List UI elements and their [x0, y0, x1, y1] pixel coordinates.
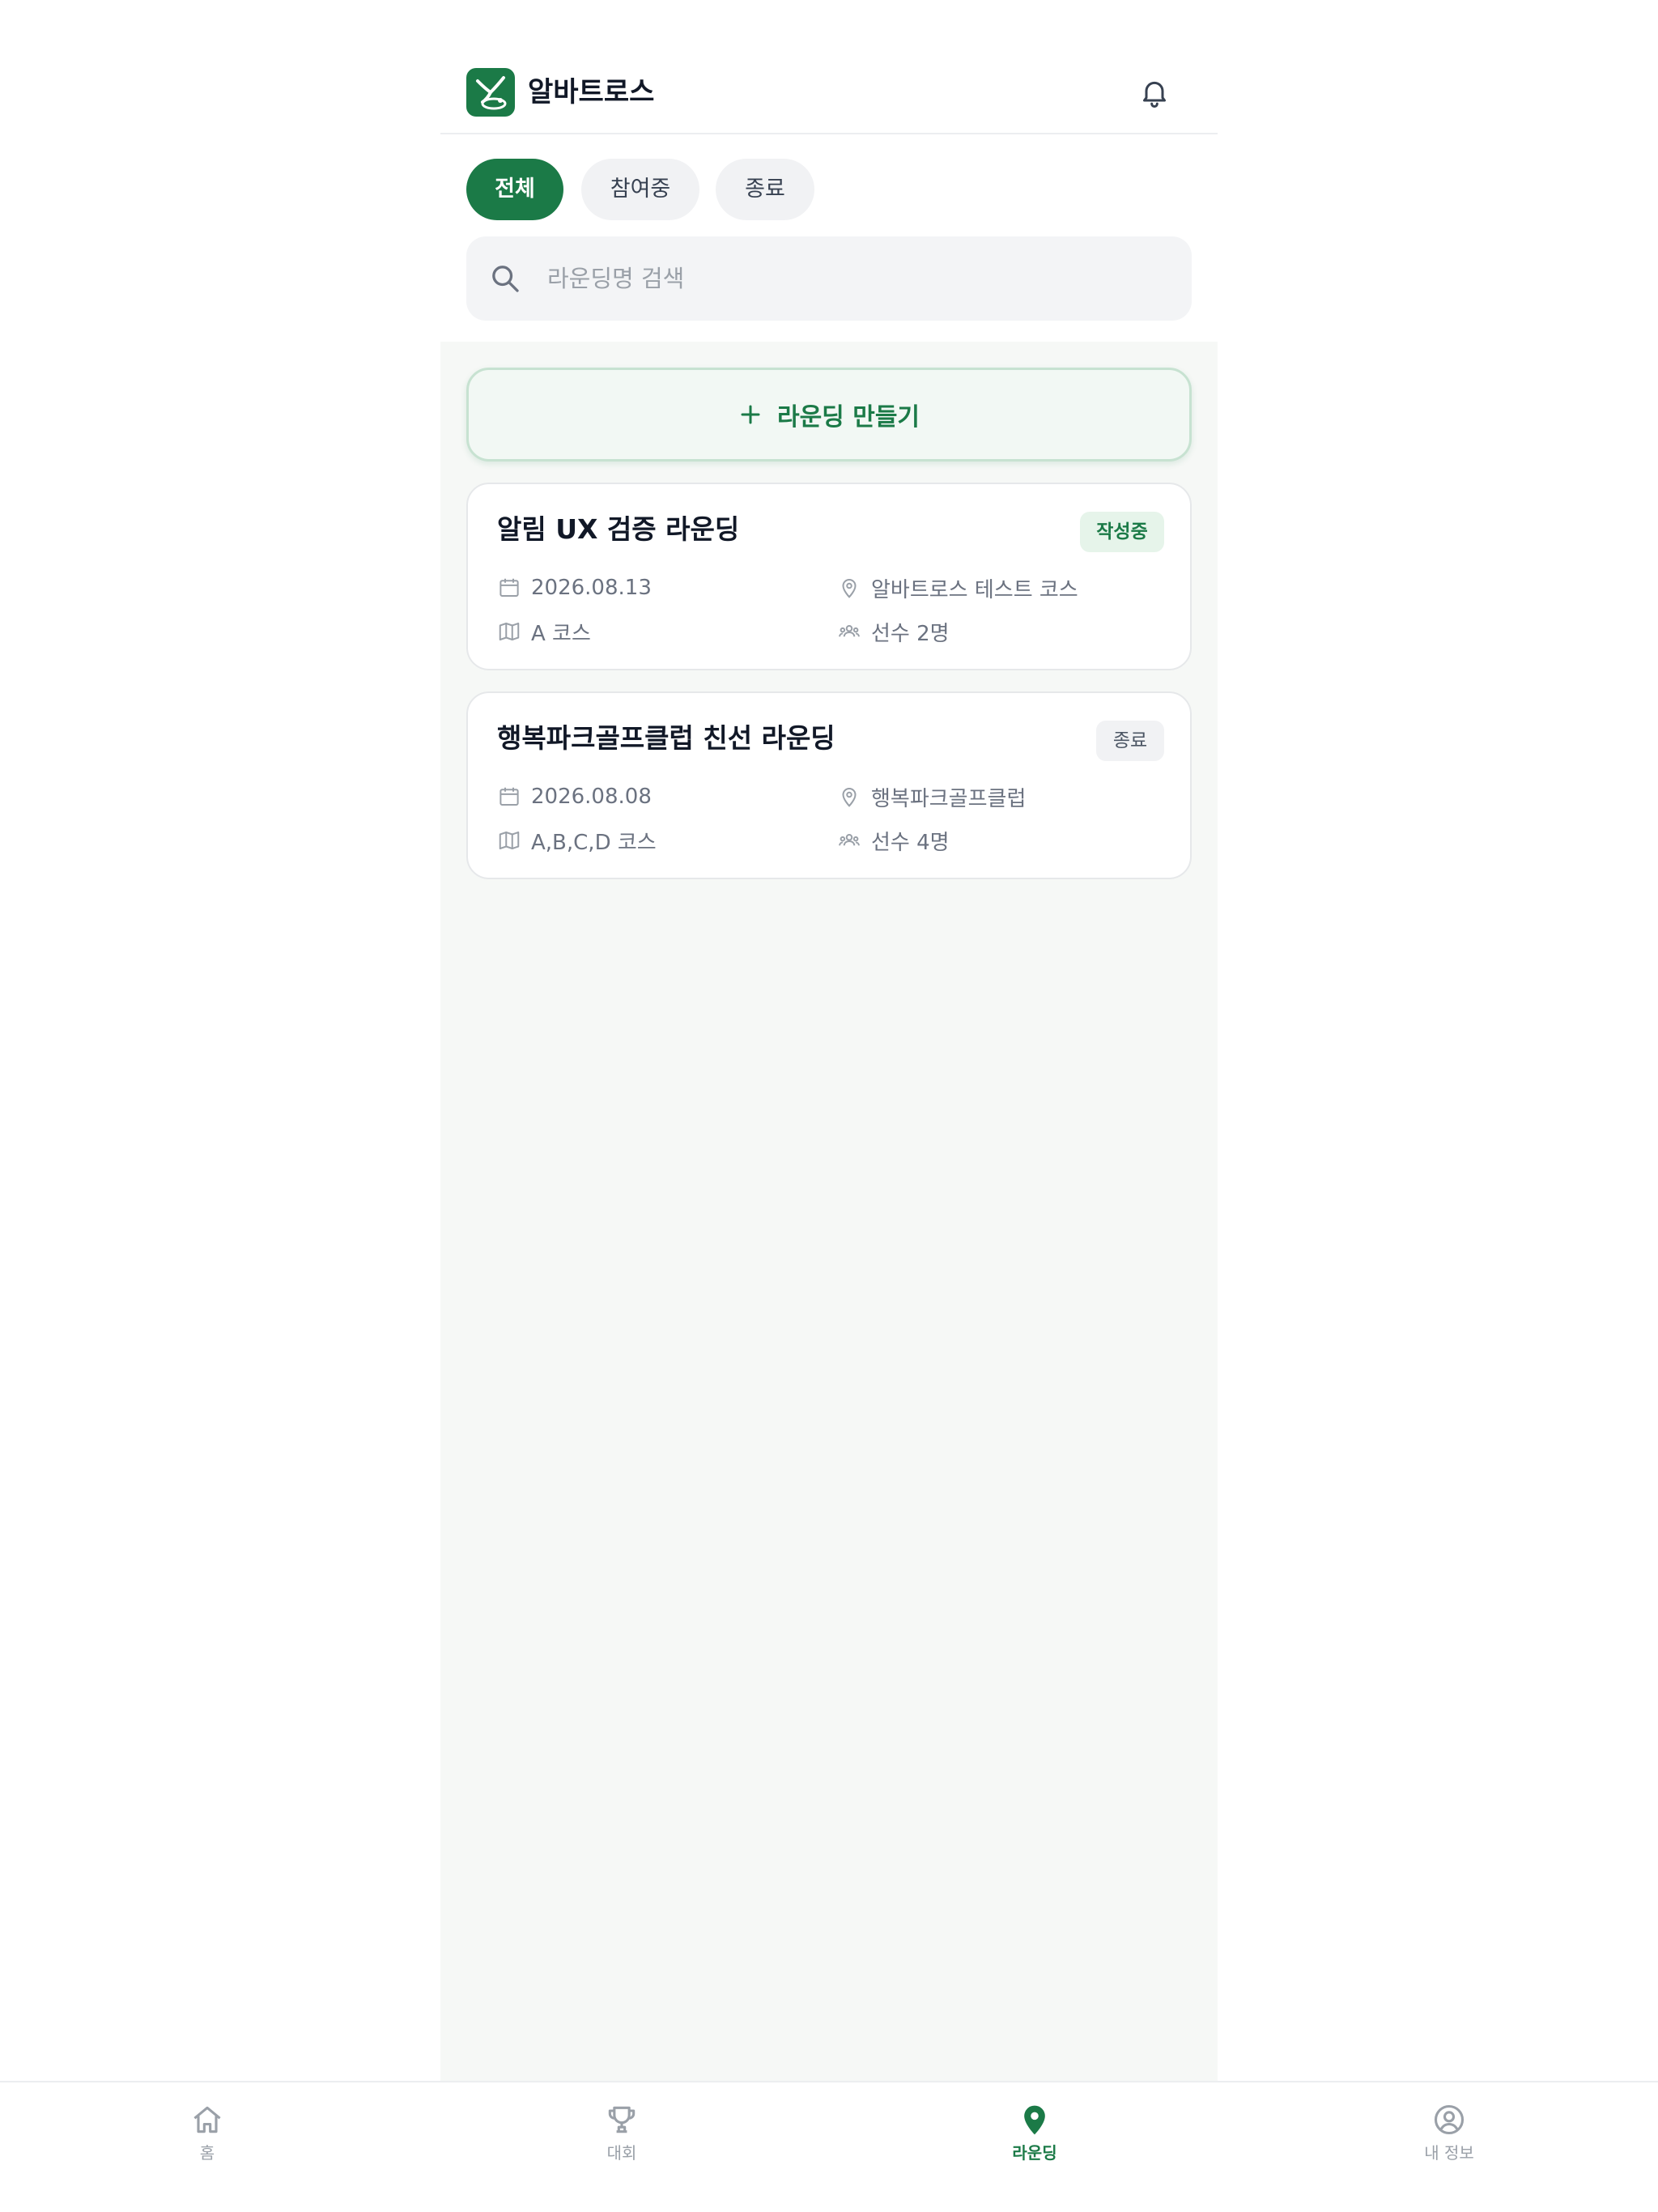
- create-round-label: 라운딩 만들기: [776, 403, 920, 432]
- golf-bird-logo-icon: [476, 76, 507, 110]
- calendar-icon: [500, 787, 519, 806]
- bottom-nav: 홈 대회 라운딩 내 정보: [0, 2081, 1658, 2212]
- round-players: 선수 2명: [837, 617, 950, 646]
- bell-icon[interactable]: [1138, 76, 1171, 108]
- round-players-text: 선수 4명: [871, 830, 950, 855]
- round-course-text: A,B,C,D 코스: [531, 830, 657, 855]
- app-header: 알바트로스: [440, 0, 1218, 134]
- status-badge: 종료: [1096, 721, 1164, 761]
- round-location-text: 행복파크골프클럽: [871, 786, 1027, 811]
- round-course-text: A 코스: [531, 621, 591, 646]
- status-badge: 작성중: [1080, 512, 1164, 552]
- nav-competition[interactable]: 대회: [541, 2102, 703, 2183]
- nav-rounding-label: 라운딩: [1012, 2143, 1057, 2163]
- round-location: 알바트로스 테스트 코스: [837, 573, 1078, 602]
- round-list-screen: 알바트로스 전체 참여중 종료 라운딩명 검색 라운딩 만들기 알림 UX 검증…: [0, 0, 1658, 2212]
- round-card[interactable]: 알림 UX 검증 라운딩 작성중 2026.08.13 알바트로스 테스트 코스…: [466, 483, 1192, 670]
- search-bar: [466, 236, 1192, 321]
- main-column: 알바트로스 전체 참여중 종료 라운딩명 검색 라운딩 만들기 알림 UX 검증…: [440, 0, 1218, 2081]
- nav-my-info-label: 내 정보: [1424, 2143, 1474, 2163]
- round-location-text: 알바트로스 테스트 코스: [871, 577, 1078, 602]
- tab-all[interactable]: 전체: [466, 159, 563, 220]
- round-location: 행복파크골프클럽: [837, 782, 1026, 811]
- search-icon: [492, 266, 519, 292]
- nav-rounding[interactable]: 라운딩: [954, 2102, 1116, 2183]
- app-title: 알바트로스: [528, 76, 655, 108]
- tab-participating[interactable]: 참여중: [581, 159, 699, 220]
- user-circle-icon: [1434, 2104, 1465, 2135]
- nav-home[interactable]: 홈: [126, 2102, 288, 2183]
- map-icon: [499, 832, 520, 849]
- location-pin-icon: [842, 579, 857, 598]
- round-course: A,B,C,D 코스: [497, 826, 657, 855]
- round-card[interactable]: 행복파크골프클럽 친선 라운딩 종료 2026.08.08 행복파크골프클럽 A…: [466, 691, 1192, 879]
- round-players-text: 선수 2명: [871, 621, 950, 646]
- create-round-button[interactable]: 라운딩 만들기: [466, 368, 1192, 462]
- map-icon: [499, 623, 520, 640]
- round-title: 알림 UX 검증 라운딩: [497, 513, 740, 545]
- round-date: 2026.08.13: [497, 573, 652, 602]
- round-date-text: 2026.08.08: [531, 785, 652, 809]
- round-course: A 코스: [497, 617, 591, 646]
- round-title: 행복파크골프클럽 친선 라운딩: [497, 722, 835, 754]
- location-pin-icon: [842, 788, 857, 807]
- search-input[interactable]: [547, 236, 1163, 321]
- tab-ended[interactable]: 종료: [716, 159, 814, 220]
- round-date-text: 2026.08.13: [531, 576, 652, 600]
- nav-competition-label: 대회: [606, 2143, 637, 2163]
- plus-icon: [741, 405, 760, 424]
- top-area: 알바트로스 전체 참여중 종료: [440, 0, 1218, 342]
- users-icon: [839, 625, 860, 637]
- users-icon: [839, 834, 860, 846]
- calendar-icon: [500, 578, 519, 597]
- map-pin-icon: [1024, 2105, 1045, 2135]
- nav-my-info[interactable]: 내 정보: [1368, 2102, 1530, 2183]
- round-players: 선수 4명: [837, 826, 950, 855]
- trophy-icon: [608, 2106, 636, 2133]
- home-icon: [193, 2106, 221, 2133]
- app-logo: [466, 68, 515, 117]
- nav-home-label: 홈: [199, 2143, 215, 2163]
- round-date: 2026.08.08: [497, 782, 652, 811]
